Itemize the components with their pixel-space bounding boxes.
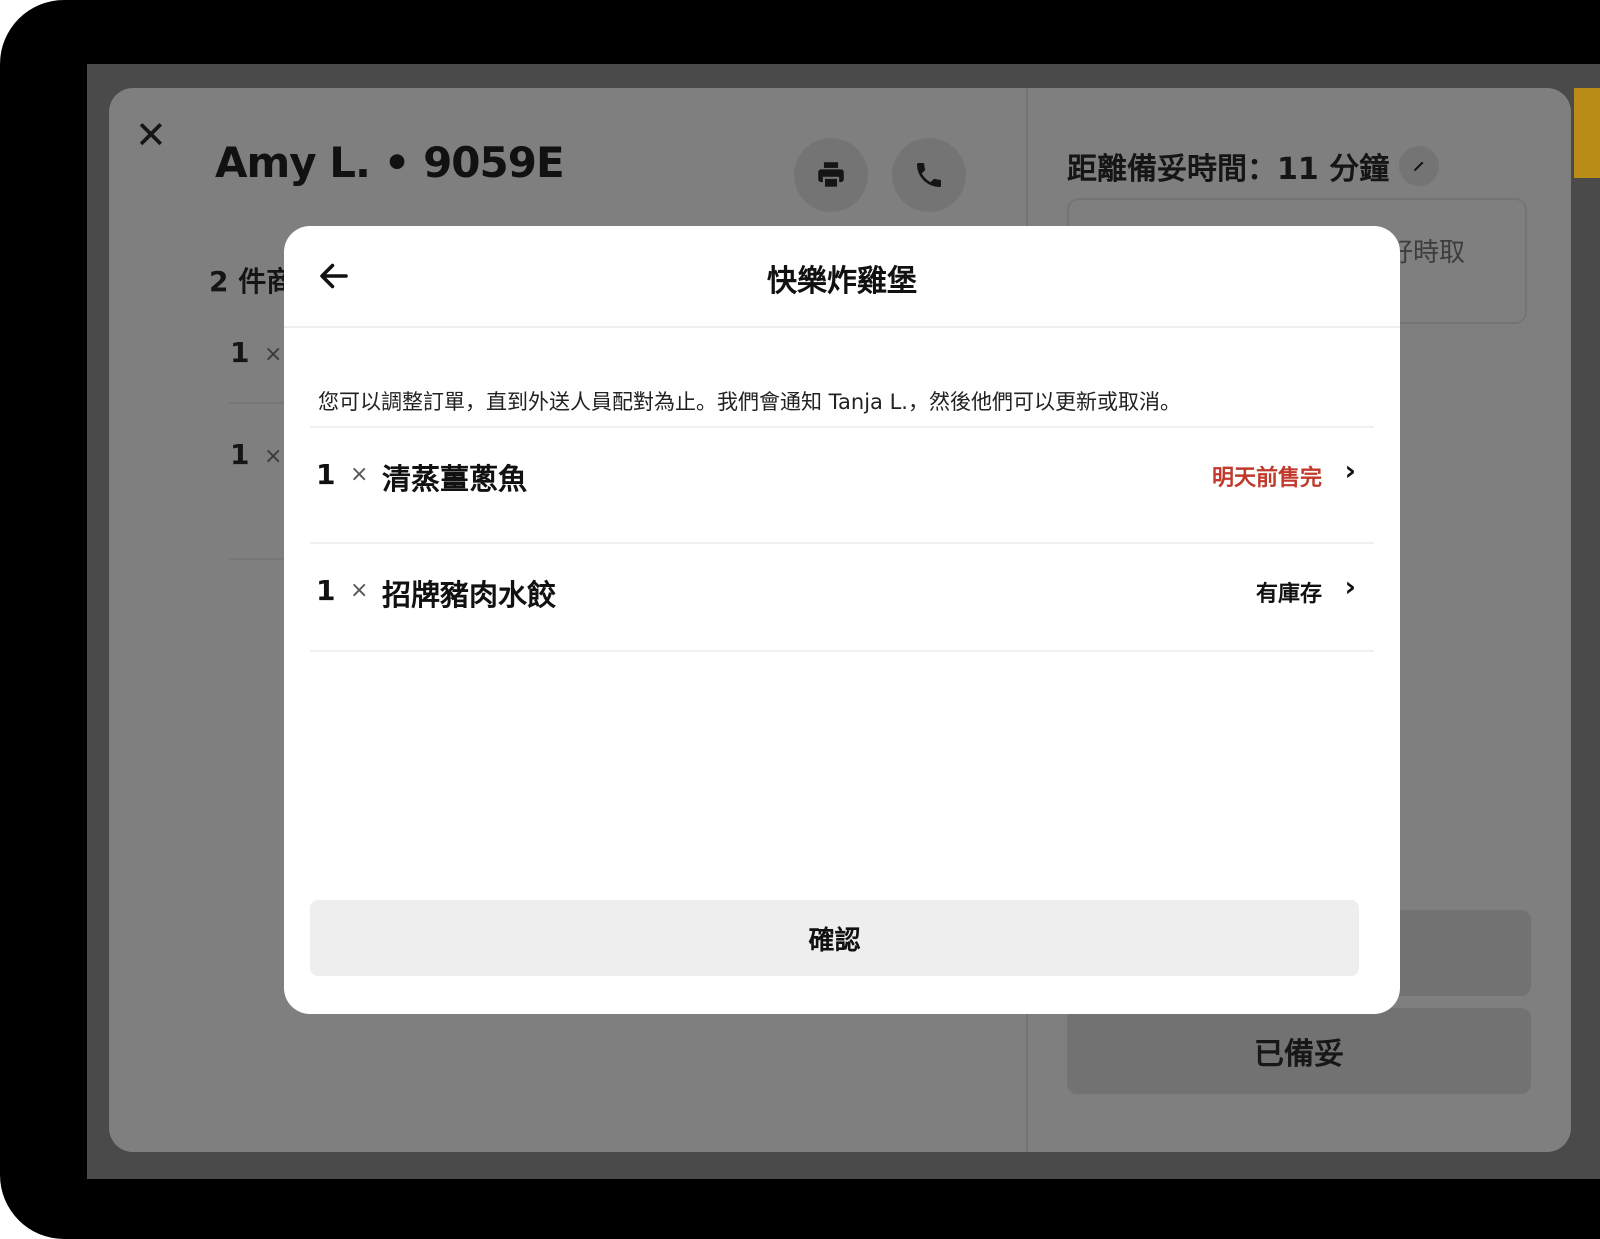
modal-header: 快樂炸雞堡 (284, 226, 1400, 328)
divider (310, 650, 1374, 652)
accent-strip (1574, 88, 1600, 178)
ready-time-label: 距離備妥時間：11 分鐘 (1067, 144, 1440, 188)
phone-icon (917, 163, 941, 187)
item-qty: 1 (316, 458, 336, 491)
print-button[interactable] (794, 138, 868, 212)
order-item-qty: 1 (230, 438, 250, 471)
modal-title: 快樂炸雞堡 (767, 264, 917, 299)
modal-info-text: 您可以調整訂單，直到外送人員配對為止。我們會通知 Tanja L.，然後他們可以… (318, 390, 1181, 414)
item-times: × (350, 578, 369, 603)
ready-button[interactable]: 已備妥 (1067, 1008, 1531, 1094)
item-times: × (350, 462, 369, 487)
chevron-right-icon: › (1344, 570, 1356, 603)
pencil-icon (1413, 161, 1424, 172)
edit-time-button[interactable] (1399, 146, 1440, 186)
ready-time-text: 距離備妥時間：11 分鐘 (1067, 152, 1390, 187)
order-title: Amy L. • 9059E (215, 138, 565, 187)
order-item-times: × (264, 342, 283, 367)
order-item-times: × (264, 444, 283, 469)
order-item-qty: 1 (230, 336, 250, 369)
printer-icon (818, 162, 844, 189)
modal-item-row[interactable]: 1 × 清蒸薑蔥魚 明天前售完 › (310, 426, 1374, 538)
adjust-order-modal: 快樂炸雞堡 您可以調整訂單，直到外送人員配對為止。我們會通知 Tanja L.，… (284, 226, 1400, 1014)
call-button[interactable] (892, 138, 966, 212)
ready-button-label: 已備妥 (1254, 1037, 1344, 1072)
item-name: 招牌豬肉水餃 (382, 578, 557, 612)
item-status: 明天前售完 (1211, 466, 1322, 491)
modal-item-row[interactable]: 1 × 招牌豬肉水餃 有庫存 › (310, 542, 1374, 654)
item-qty: 1 (316, 574, 336, 607)
item-status: 有庫存 (1255, 582, 1322, 607)
confirm-button[interactable]: 確認 (310, 900, 1359, 976)
chevron-right-icon: › (1344, 454, 1356, 487)
items-count: 2 件商 (209, 265, 295, 298)
close-icon[interactable]: ✕ (135, 116, 167, 154)
item-name: 清蒸薑蔥魚 (382, 462, 528, 496)
